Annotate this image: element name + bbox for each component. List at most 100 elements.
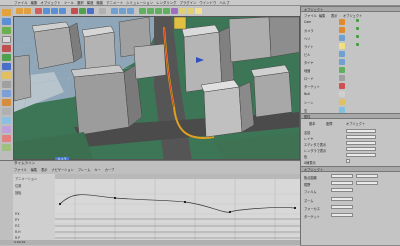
track-label[interactable]: P.Z — [15, 224, 20, 228]
nurbs-icon[interactable] — [155, 8, 162, 14]
object-row[interactable]: ターゲット — [304, 84, 320, 89]
color-select[interactable] — [346, 153, 376, 157]
rotate-tool-icon[interactable] — [2, 27, 11, 34]
attr-tab-object[interactable]: オブジェクト — [346, 121, 365, 126]
axis-z-icon[interactable] — [2, 63, 11, 70]
object-row[interactable]: ヘリ — [304, 36, 310, 41]
array-icon[interactable] — [163, 8, 170, 14]
check-icon[interactable] — [356, 27, 359, 30]
z-axis-icon[interactable] — [87, 8, 94, 14]
rotate-icon[interactable] — [59, 8, 66, 14]
render-settings-icon[interactable] — [127, 8, 134, 14]
timeline-menu-view[interactable]: 表示 — [41, 167, 47, 172]
menu-structure[interactable]: 構造 — [87, 0, 94, 5]
axis-x-icon[interactable] — [2, 45, 11, 52]
attr-tab-coord[interactable]: 座標 — [326, 121, 332, 126]
menu-simulate[interactable]: シミュレーション — [126, 0, 153, 5]
render-picture-icon[interactable] — [119, 8, 126, 14]
polygons-mode-icon[interactable] — [2, 90, 11, 97]
zoom-field[interactable] — [331, 197, 353, 201]
object-row[interactable]: ライト — [304, 44, 314, 49]
coordinate-system-icon[interactable] — [99, 8, 106, 14]
target-field[interactable] — [331, 213, 353, 217]
object-row[interactable]: タイヤ — [304, 60, 313, 65]
lock-icon[interactable] — [2, 144, 11, 151]
object-row[interactable]: ビル — [304, 52, 310, 57]
om-tab-edit[interactable]: 編集 — [319, 13, 325, 18]
track-label[interactable]: P.Y — [15, 218, 19, 222]
fov-unit-field[interactable] — [356, 181, 378, 185]
fov-field[interactable] — [331, 181, 353, 185]
spline-icon[interactable] — [147, 8, 154, 14]
track-label[interactable]: R.H — [15, 230, 21, 234]
menu-object[interactable]: オブジェクト — [40, 0, 60, 5]
snap-icon[interactable] — [2, 126, 11, 133]
attr-tab-basic[interactable]: 基本 — [309, 121, 315, 126]
texture-mode-icon[interactable] — [2, 108, 11, 115]
y-axis-icon[interactable] — [79, 8, 86, 14]
name-field[interactable] — [346, 129, 376, 133]
timeline-menu-file[interactable]: ファイル — [14, 167, 27, 172]
editor-visibility-select[interactable] — [346, 141, 376, 145]
timeline-menu-frame[interactable]: フレーム — [78, 167, 91, 172]
timeline-menu-key[interactable]: キー — [94, 167, 100, 172]
scale-icon[interactable] — [51, 8, 58, 14]
axis-y-icon[interactable] — [2, 54, 11, 61]
camera-icon[interactable] — [187, 8, 194, 14]
move-icon[interactable] — [43, 8, 50, 14]
edges-mode-icon[interactable] — [2, 81, 11, 88]
render-view-icon[interactable] — [111, 8, 118, 14]
scene-icon[interactable] — [179, 8, 186, 14]
move-tool-icon[interactable] — [2, 9, 11, 16]
check-icon[interactable] — [356, 35, 359, 38]
object-row[interactable]: カメラ — [304, 28, 314, 33]
menu-edit[interactable]: 編集 — [31, 0, 38, 5]
select-tool-icon[interactable] — [2, 36, 11, 43]
object-row[interactable]: Cam — [304, 20, 311, 24]
timeline-menu-curve[interactable]: カーブ — [105, 167, 114, 172]
menu-window[interactable]: ウインドウ — [199, 0, 216, 5]
object-row[interactable]: ロード — [304, 76, 314, 81]
menu-tools[interactable]: ツール — [64, 0, 74, 5]
track-label[interactable]: P.X — [15, 212, 20, 216]
om-tab-file[interactable]: ファイル — [304, 13, 317, 18]
menu-plugins[interactable]: プラグイン — [179, 0, 196, 5]
focal-length-unit-field[interactable] — [356, 174, 378, 178]
timeline-menu-edit[interactable]: 編集 — [31, 167, 37, 172]
points-mode-icon[interactable] — [2, 72, 11, 79]
track-label[interactable]: 位置 — [15, 183, 21, 188]
layer-field[interactable] — [346, 135, 376, 139]
x-axis-icon[interactable] — [71, 8, 78, 14]
focal-length-field[interactable] — [331, 174, 353, 178]
object-mode-icon[interactable] — [2, 117, 11, 124]
menu-file[interactable]: ファイル — [14, 0, 28, 5]
om-tab-object[interactable]: オブジェクト — [343, 13, 362, 18]
film-field[interactable] — [331, 188, 353, 192]
undo-icon[interactable] — [16, 8, 23, 14]
light-icon[interactable] — [195, 8, 202, 14]
model-mode-icon[interactable] — [2, 99, 11, 106]
om-tab-view[interactable]: 表示 — [331, 13, 337, 18]
render-visibility-select[interactable] — [346, 147, 376, 151]
menu-help[interactable]: ヘルプ — [219, 0, 229, 5]
live-select-icon[interactable] — [35, 8, 42, 14]
check-icon[interactable] — [356, 19, 359, 22]
menu-functions[interactable]: 機能 — [96, 0, 103, 5]
3d-viewport[interactable] — [13, 16, 300, 160]
check-icon[interactable] — [356, 43, 359, 46]
object-row[interactable]: シーン — [304, 100, 313, 105]
scale-tool-icon[interactable] — [2, 18, 11, 25]
menu-animate[interactable]: アニメート — [106, 0, 123, 5]
focus-field[interactable] — [331, 205, 353, 209]
timeline-menu-navigation[interactable]: ナビゲーション — [52, 167, 74, 172]
deformer-icon[interactable] — [171, 8, 178, 14]
timeline-curve-graph[interactable] — [55, 174, 300, 245]
menu-select[interactable]: 選択 — [77, 0, 84, 5]
xray-checkbox[interactable] — [346, 159, 350, 163]
track-label[interactable]: 回転 — [15, 190, 21, 195]
menu-render[interactable]: レンダリング — [156, 0, 176, 5]
workplane-icon[interactable] — [2, 135, 11, 142]
cube-icon[interactable] — [139, 8, 146, 14]
redo-icon[interactable] — [24, 8, 31, 14]
object-row[interactable]: Null — [304, 92, 310, 96]
